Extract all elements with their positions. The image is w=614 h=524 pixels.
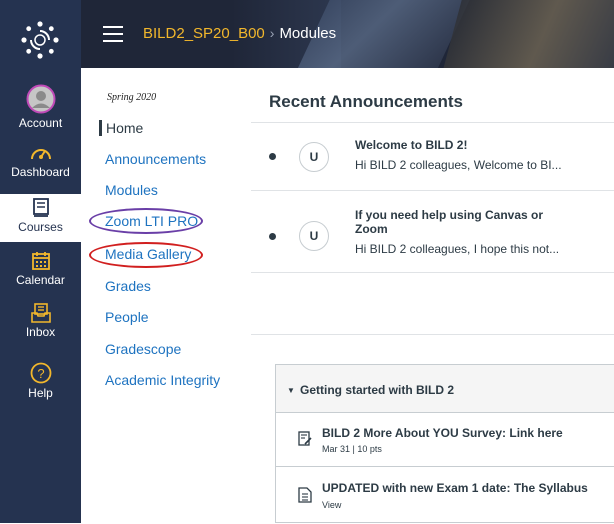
announcement-title[interactable]: Welcome to BILD 2! — [355, 138, 585, 152]
dashboard-gauge-icon — [30, 149, 51, 160]
nav-inbox-label: Inbox — [25, 325, 56, 339]
module-item-meta: View — [322, 500, 342, 510]
module-item-meta: Mar 31 | 10 pts — [322, 444, 382, 454]
nav-dashboard[interactable]: Dashboard — [0, 143, 81, 179]
breadcrumb-separator: › — [269, 25, 275, 41]
svg-text:?: ? — [37, 366, 44, 381]
header-photo — [437, 0, 614, 68]
module-item-title[interactable]: UPDATED with new Exam 1 date: The Syllab… — [322, 481, 588, 495]
nav-help[interactable]: ? Help — [0, 362, 81, 400]
course-nav-grades[interactable]: Grades — [105, 278, 151, 294]
announcement-title[interactable]: If you need help using Canvas or Zoom — [355, 208, 570, 236]
quiz-icon — [298, 431, 312, 446]
nav-account-label: Account — [18, 116, 63, 130]
nav-calendar[interactable]: Calendar — [0, 251, 81, 287]
announcement-preview: Hi BILD 2 colleagues, I hope this not... — [355, 242, 560, 256]
nav-inbox[interactable]: Inbox — [0, 303, 81, 339]
course-nav-people[interactable]: People — [105, 309, 149, 325]
breadcrumb: BILD2_SP20_B00 › Modules — [143, 25, 336, 42]
course-nav-home[interactable]: Home — [99, 120, 143, 136]
zoom-highlight-circle — [89, 208, 203, 234]
page-document-icon — [298, 487, 312, 503]
inbox-icon — [30, 303, 51, 323]
collapse-caret-icon[interactable]: ▼ — [287, 386, 295, 395]
course-nav-announcements[interactable]: Announcements — [105, 151, 206, 167]
main-content: Recent Announcements U Welcome to BILD 2… — [251, 68, 614, 523]
calendar-icon — [31, 252, 50, 270]
recent-announcements-title: Recent Announcements — [269, 92, 463, 111]
nav-dashboard-label: Dashboard — [11, 165, 70, 179]
module-item[interactable]: BILD 2 More About YOU Survey: Link here … — [276, 413, 614, 467]
breadcrumb-current-page: Modules — [279, 25, 337, 42]
announcement-item[interactable]: U If you need help using Canvas or Zoom … — [251, 190, 614, 272]
nav-courses[interactable]: Courses — [0, 194, 81, 242]
courses-book-icon — [32, 198, 49, 217]
avatar: U — [299, 221, 329, 251]
course-nav: Spring 2020 Home Announcements Modules Z… — [81, 68, 251, 523]
course-nav-gradescope[interactable]: Gradescope — [105, 341, 181, 357]
announcement-preview: Hi BILD 2 colleagues, Welcome to BI... — [355, 158, 562, 172]
announcement-item[interactable]: U Welcome to BILD 2! Hi BILD 2 colleague… — [251, 122, 614, 190]
course-term: Spring 2020 — [107, 92, 157, 103]
help-question-icon: ? — [30, 362, 51, 384]
account-avatar-icon — [26, 84, 55, 114]
avatar: U — [299, 142, 329, 172]
canvas-logo-icon[interactable] — [20, 20, 60, 60]
nav-calendar-label: Calendar — [16, 273, 65, 287]
breadcrumb-course-link[interactable]: BILD2_SP20_B00 — [143, 25, 265, 42]
media-gallery-highlight-circle — [89, 242, 203, 268]
course-header: BILD2_SP20_B00 › Modules — [81, 0, 614, 68]
module-getting-started: ▼ Getting started with BILD 2 BILD 2 Mor… — [275, 364, 614, 523]
module-title: Getting started with BILD 2 — [300, 383, 455, 397]
global-nav: Account Dashboard Courses Calendar Inbox… — [0, 0, 81, 523]
nav-courses-label: Courses — [18, 220, 63, 234]
unread-dot-icon — [269, 153, 276, 160]
course-nav-academic-integrity[interactable]: Academic Integrity — [105, 372, 220, 388]
course-nav-modules[interactable]: Modules — [105, 182, 158, 198]
nav-account[interactable]: Account — [0, 84, 81, 130]
unread-dot-icon — [269, 233, 276, 240]
hamburger-menu-icon[interactable] — [103, 26, 123, 42]
module-header[interactable]: ▼ Getting started with BILD 2 — [276, 365, 614, 413]
nav-help-label: Help — [28, 386, 53, 400]
announcement-divider — [251, 272, 614, 334]
module-item[interactable]: UPDATED with new Exam 1 date: The Syllab… — [276, 467, 614, 524]
module-item-title[interactable]: BILD 2 More About YOU Survey: Link here — [322, 426, 563, 440]
announcement-divider — [251, 334, 614, 335]
